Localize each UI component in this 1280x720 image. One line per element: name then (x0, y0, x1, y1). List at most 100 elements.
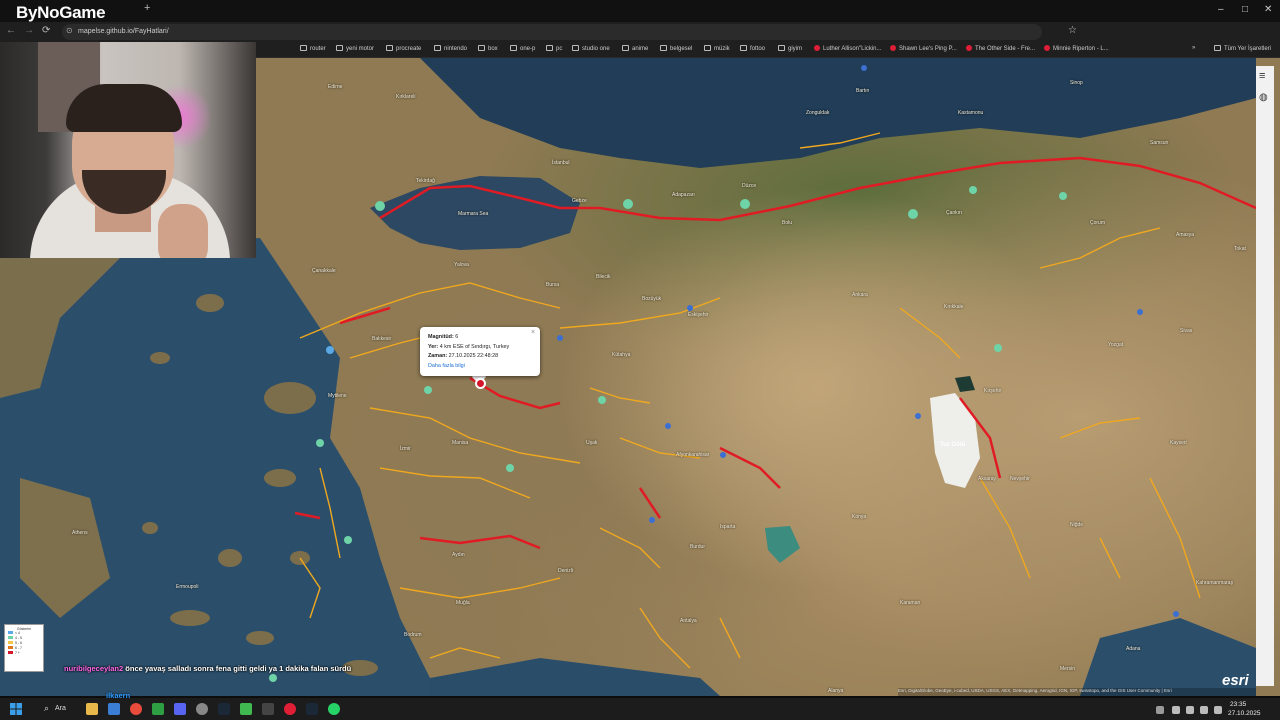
back-icon[interactable]: ← (6, 25, 16, 36)
lake (955, 376, 975, 392)
city-label: Bartın (856, 88, 870, 94)
url-field[interactable]: mapelse.github.io/FayHatlari/ (62, 24, 1042, 40)
chat-text: önce yavaş salladı sonra fena gitti geld… (125, 664, 352, 673)
forward-icon[interactable]: → (24, 25, 34, 36)
bookmark-item[interactable]: müzik (704, 45, 730, 52)
bookmark-item[interactable]: anime (622, 45, 648, 52)
bookmark-label: nintendo (444, 46, 468, 52)
app-icon[interactable] (262, 703, 274, 715)
aegean-sea (0, 238, 480, 696)
bookmark-item[interactable]: box (478, 45, 498, 52)
bookmark-label: Shawn Lee's Ping P... (899, 46, 957, 52)
app-icon[interactable] (196, 703, 208, 715)
bookmark-label: giyim (788, 46, 803, 52)
city-label: Düzce (742, 183, 757, 189)
steam-icon[interactable] (306, 703, 318, 715)
bookmark-item[interactable]: giyim (778, 45, 802, 52)
xbox-icon[interactable] (152, 703, 164, 715)
bookmark-item[interactable]: studio one (572, 45, 610, 52)
more-bookmarks-icon[interactable]: » (1192, 45, 1195, 51)
search-icon[interactable]: ⌕ (44, 703, 49, 714)
more-info-link[interactable]: Daha fazla bilgi (428, 363, 465, 369)
app-icon[interactable] (108, 703, 120, 715)
whatsapp-icon[interactable] (328, 703, 340, 715)
bookmark-item[interactable]: yeni motor (336, 45, 374, 52)
city-label: Adapazarı (672, 192, 695, 198)
bookmark-item[interactable]: Shawn Lee's Ping P... (890, 45, 957, 52)
city-label: Kütahya (612, 352, 631, 358)
reload-icon[interactable]: ⟳ (42, 25, 50, 36)
legend-swatch (8, 631, 13, 634)
magnitude-value: 6 (455, 334, 459, 340)
streamer-webcam (0, 42, 256, 258)
clock-date[interactable]: 27.10.2025 (1228, 710, 1261, 717)
discord-icon[interactable] (174, 703, 186, 715)
close-icon[interactable]: × (531, 329, 535, 336)
city-label: Çankırı (946, 210, 963, 216)
steam-icon[interactable] (218, 703, 230, 715)
city-label: Bozüyük (642, 296, 662, 302)
legend-label: 4 - 5 (15, 636, 23, 640)
app-icon[interactable] (240, 703, 252, 715)
all-bookmarks-folder[interactable]: Tüm Yer İşaretleri (1214, 45, 1271, 52)
close-window-icon[interactable]: ✕ (1264, 4, 1272, 15)
wifi-icon[interactable] (1200, 706, 1208, 714)
clock-time[interactable]: 23:35 (1230, 701, 1246, 708)
city-label: Konya (852, 514, 867, 520)
bookmark-item[interactable]: pc (546, 45, 562, 52)
city-label: Kastamonu (958, 110, 984, 116)
salt-lake (930, 393, 980, 488)
bookmark-item[interactable]: The Other Side - Fre... (966, 45, 1035, 52)
bookmark-star-icon[interactable]: ☆ (1068, 25, 1077, 36)
city-label: Afyonkarahisar (676, 452, 710, 458)
bookmark-item[interactable]: procreate (386, 45, 421, 52)
menu-icon[interactable]: ≡ (1259, 70, 1265, 82)
bookmark-item[interactable]: fottoo (740, 45, 765, 52)
bookmark-label: box (488, 46, 498, 52)
windows-start-icon[interactable] (10, 703, 22, 715)
city-label: Denizli (558, 568, 574, 574)
layers-icon[interactable]: ◍ (1259, 92, 1268, 103)
city-label: Antalya (680, 618, 697, 624)
city-label: Amasya (1176, 232, 1195, 238)
legend-item: 7 + (8, 651, 40, 656)
chrome-icon[interactable] (130, 703, 142, 715)
bookmark-item[interactable]: Luther Allison"Lickin... (814, 45, 882, 52)
city-label: Bodrum (404, 632, 422, 638)
bookmark-item[interactable]: Minnie Riperton - L... (1044, 45, 1109, 52)
city-label: Bolu (782, 220, 793, 226)
city-label: Mersin (1060, 666, 1076, 672)
minimize-icon[interactable]: – (1218, 4, 1224, 15)
bookmark-item[interactable]: nintendo (434, 45, 467, 52)
new-tab-icon[interactable]: + (144, 2, 150, 14)
bookmark-label: yeni motor (346, 46, 375, 52)
city-label: Muğla (456, 600, 470, 606)
browser-tab-bar: ByNoGame + – □ ✕ (0, 0, 1280, 22)
taskbar-search-label[interactable]: Ara (55, 705, 66, 712)
stream-brand-logo: ByNoGame (16, 3, 106, 22)
tray-icon[interactable] (1186, 706, 1194, 714)
maximize-icon[interactable]: □ (1242, 4, 1248, 15)
bookmark-item[interactable]: router (300, 45, 326, 52)
selected-earthquake-marker[interactable] (475, 378, 486, 389)
file-explorer-icon[interactable] (86, 703, 98, 715)
city-label: İzmir (400, 446, 411, 452)
volume-icon[interactable] (1214, 706, 1222, 714)
chat-username: nuribilgeceylan2 (64, 664, 124, 673)
bookmark-label: belgesel (670, 46, 693, 52)
city-label: Uşak (586, 440, 598, 446)
legend-swatch (8, 636, 13, 639)
bookmark-item[interactable]: belgesel (660, 45, 692, 52)
location-value: 4 km ESE of Sındırgı, Turkey (439, 343, 510, 350)
legend-swatch (8, 651, 13, 654)
site-info-icon[interactable]: ⊙ (66, 26, 73, 35)
tray-icon[interactable] (1156, 706, 1164, 714)
city-label: Sivas (1180, 328, 1193, 334)
city-label: Adana (1126, 646, 1141, 652)
city-label: Kırıkkale (944, 304, 964, 310)
network-icon[interactable] (1172, 706, 1180, 714)
city-label: Çorum (1090, 220, 1106, 226)
city-label: Athens (72, 530, 88, 536)
app-icon[interactable] (284, 703, 296, 715)
bookmark-item[interactable]: one-p (510, 45, 535, 52)
